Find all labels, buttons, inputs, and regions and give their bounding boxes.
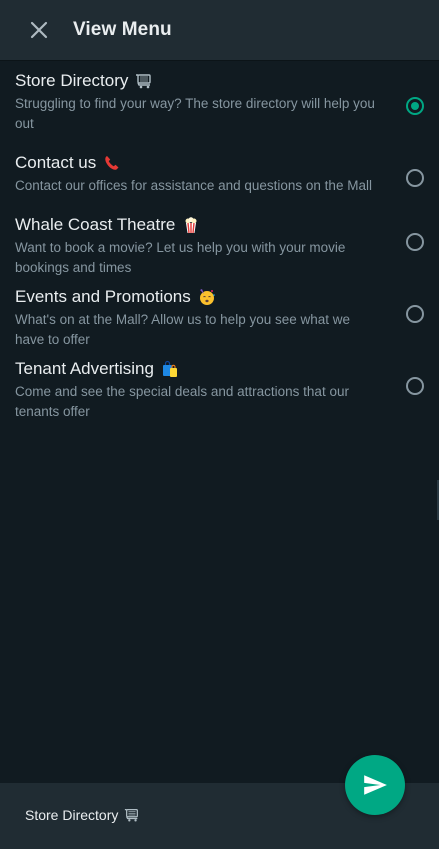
menu-item-text: Events and Promotions What's on at the M… [0, 286, 439, 350]
menu-item-description: What's on at the Mall? Allow us to help … [15, 312, 351, 347]
menu-item-tenant-advertising[interactable]: Tenant Advertising Come and see the spec… [0, 358, 439, 430]
menu-item-whale-coast-theatre[interactable]: Whale Coast Theatre Want to book a movie… [0, 214, 439, 286]
party-face-icon [199, 289, 215, 305]
close-button[interactable] [21, 12, 57, 48]
popcorn-icon [185, 217, 197, 234]
menu-item-events-promotions[interactable]: Events and Promotions What's on at the M… [0, 286, 439, 358]
send-button[interactable] [345, 755, 405, 815]
close-icon [30, 21, 48, 39]
send-icon [364, 775, 387, 795]
menu-item-text: Whale Coast Theatre Want to book a movie… [0, 214, 439, 278]
radio-events-promotions[interactable] [406, 305, 424, 323]
menu-item-description: Come and see the special deals and attra… [15, 384, 349, 419]
header-bar: View Menu [0, 0, 439, 60]
menu-item-title-text: Whale Coast Theatre [15, 215, 176, 234]
menu-item-description: Contact our offices for assistance and q… [15, 178, 372, 193]
menu-item-title: Store Directory [15, 70, 379, 92]
menu-item-description: Want to book a movie? Let us help you wi… [15, 240, 346, 275]
radio-store-directory[interactable] [406, 97, 424, 115]
menu-item-text: Contact us Contact our offices for assis… [0, 152, 439, 196]
menu-item-text: Tenant Advertising Come and see the spec… [0, 358, 439, 422]
menu-item-title-text: Tenant Advertising [15, 359, 154, 378]
menu-item-store-directory[interactable]: Store Directory Struggling to find your … [0, 70, 439, 152]
page-title: View Menu [73, 19, 172, 40]
menu-item-title: Events and Promotions [15, 286, 379, 308]
radio-tenant-advertising[interactable] [406, 377, 424, 395]
shopping-cart-icon [125, 809, 139, 822]
selected-option-label: Store Directory [25, 807, 140, 823]
menu-item-title-text: Store Directory [15, 71, 129, 90]
menu-item-title: Tenant Advertising [15, 358, 379, 380]
menu-item-text: Store Directory Struggling to find your … [0, 70, 439, 134]
menu-item-description: Struggling to find your way? The store d… [15, 96, 375, 131]
shopping-cart-icon [136, 74, 152, 89]
radio-whale-coast-theatre[interactable] [406, 233, 424, 251]
selected-option-text: Store Directory [25, 807, 119, 823]
menu-item-title-text: Events and Promotions [15, 287, 191, 306]
menu-item-title-text: Contact us [15, 153, 97, 172]
radio-contact-us[interactable] [406, 169, 424, 187]
menu-item-contact-us[interactable]: Contact us Contact our offices for assis… [0, 152, 439, 214]
menu-list: Store Directory Struggling to find your … [0, 70, 439, 430]
menu-item-title: Contact us [15, 152, 379, 174]
menu-sheet: View Menu Store Directory Struggling to … [0, 0, 439, 849]
menu-item-title: Whale Coast Theatre [15, 214, 379, 236]
telephone-receiver-icon [105, 156, 119, 170]
shopping-bags-icon [162, 360, 177, 377]
